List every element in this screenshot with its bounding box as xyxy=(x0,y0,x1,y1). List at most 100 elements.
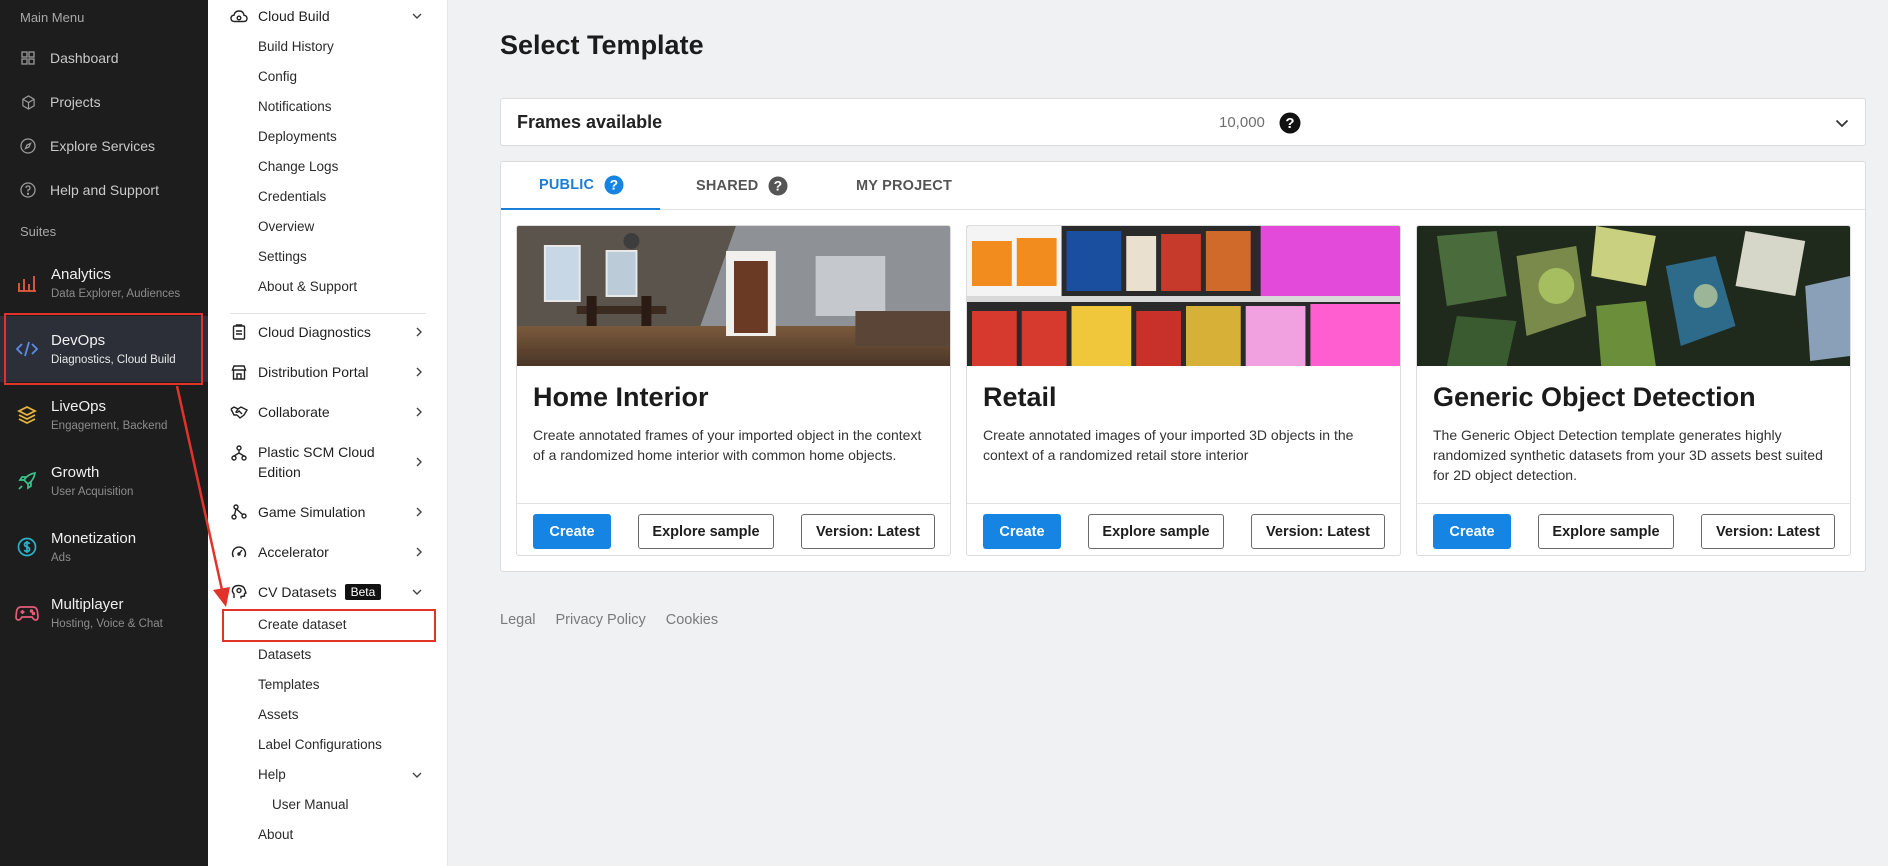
suite-title: DevOps xyxy=(51,332,106,349)
chevron-right-icon xyxy=(416,327,422,337)
cookies-link[interactable]: Cookies xyxy=(666,612,718,628)
menu-item-label: Projects xyxy=(50,94,101,110)
tab-my-project[interactable]: MY PROJECT xyxy=(856,162,952,210)
devops-subnav: Cloud Build Build History Config Notific… xyxy=(208,0,448,866)
nav-item-settings[interactable]: Settings xyxy=(258,249,307,264)
svg-text:?: ? xyxy=(610,177,619,193)
nav-item-about-support[interactable]: About & Support xyxy=(258,279,357,294)
create-button[interactable]: Create xyxy=(533,514,611,549)
menu-item-label: Explore Services xyxy=(50,138,156,154)
explore-sample-button[interactable]: Explore sample xyxy=(1088,514,1224,549)
suite-liveops[interactable]: LiveOps Engagement, Backend xyxy=(0,382,208,448)
suite-multiplayer[interactable]: Multiplayer Hosting, Voice & Chat xyxy=(0,580,208,646)
help-circle-icon xyxy=(18,182,38,198)
nav-group-collaborate[interactable]: Collaborate xyxy=(208,400,448,424)
card-title: Home Interior xyxy=(533,382,709,412)
version-select[interactable]: Version: Latest xyxy=(801,514,935,549)
code-icon xyxy=(15,340,39,358)
tab-shared[interactable]: SHARED ? xyxy=(696,162,788,210)
handshake-icon xyxy=(230,405,248,419)
chevron-down-icon[interactable] xyxy=(1835,115,1849,133)
nav-group-label: Cloud Build xyxy=(258,8,330,24)
nav-group-label: Game Simulation xyxy=(258,504,366,520)
card-description: Create annotated frames of your imported… xyxy=(533,427,922,463)
suite-subtitle: Engagement, Backend xyxy=(51,420,168,432)
menu-item-help-and-support[interactable]: Help and Support xyxy=(0,170,208,210)
legal-link[interactable]: Legal xyxy=(500,612,535,628)
main-content: Select Template Frames available 10,000 … xyxy=(448,0,1888,866)
cloud-gear-icon xyxy=(230,9,248,23)
version-select[interactable]: Version: Latest xyxy=(1701,514,1835,549)
nav-item-config[interactable]: Config xyxy=(258,69,297,84)
help-icon[interactable]: ? xyxy=(768,176,788,196)
divider xyxy=(230,313,426,314)
nav-item-label-configurations[interactable]: Label Configurations xyxy=(258,737,382,752)
nav-item-user-manual[interactable]: User Manual xyxy=(272,797,349,812)
nav-group-cloud-diagnostics[interactable]: Cloud Diagnostics xyxy=(208,320,448,344)
retail-preview-image xyxy=(967,226,1400,366)
explore-sample-button[interactable]: Explore sample xyxy=(1538,514,1674,549)
page-title: Select Template xyxy=(500,30,704,60)
suite-monetization[interactable]: Monetization Ads xyxy=(0,514,208,580)
card-actions: Create Explore sample Version: Latest xyxy=(1417,503,1850,555)
nav-item-assets[interactable]: Assets xyxy=(258,707,299,722)
nav-group-accelerator[interactable]: Accelerator xyxy=(208,540,448,564)
create-button[interactable]: Create xyxy=(1433,514,1511,549)
create-button[interactable]: Create xyxy=(983,514,1061,549)
nav-item-create-dataset[interactable]: Create dataset xyxy=(258,617,347,632)
nav-group-cloud-build[interactable]: Cloud Build xyxy=(208,4,448,28)
bar-chart-icon xyxy=(15,274,39,292)
privacy-policy-link[interactable]: Privacy Policy xyxy=(555,612,645,628)
card-actions: Create Explore sample Version: Latest xyxy=(967,503,1400,555)
layers-icon xyxy=(15,405,39,425)
suite-devops[interactable]: DevOps Diagnostics, Cloud Build xyxy=(0,316,208,382)
nav-group-label: Distribution Portal xyxy=(258,364,369,380)
nav-item-help[interactable]: Help xyxy=(258,767,426,782)
suite-title: Growth xyxy=(51,464,100,481)
nav-group-game-simulation[interactable]: Game Simulation xyxy=(208,500,448,524)
menu-item-explore-services[interactable]: Explore Services xyxy=(0,126,208,166)
frames-value: 10,000 xyxy=(1219,114,1265,131)
nav-group-cv-datasets[interactable]: CV Datasets Beta xyxy=(208,580,448,604)
store-icon xyxy=(230,364,248,380)
eye-head-icon xyxy=(230,584,248,600)
nav-item-credentials[interactable]: Credentials xyxy=(258,189,326,204)
template-tabs: PUBLIC ? SHARED ? MY PROJECT xyxy=(501,162,1865,210)
nav-group-plastic-scm[interactable]: Plastic SCM Cloud Edition xyxy=(208,440,448,484)
nav-group-label: Plastic SCM Cloud Edition xyxy=(258,444,375,480)
chevron-right-icon xyxy=(416,407,422,417)
tab-label: SHARED xyxy=(696,178,759,194)
nav-group-label: Cloud Diagnostics xyxy=(258,324,371,340)
nav-item-change-logs[interactable]: Change Logs xyxy=(258,159,338,174)
help-icon[interactable]: ? xyxy=(1279,112,1301,139)
version-select[interactable]: Version: Latest xyxy=(1251,514,1385,549)
card-description: The Generic Object Detection template ge… xyxy=(1433,427,1823,483)
nav-item-templates[interactable]: Templates xyxy=(258,677,320,692)
nav-item-about[interactable]: About xyxy=(258,827,293,842)
nav-item-notifications[interactable]: Notifications xyxy=(258,99,332,114)
template-panel: PUBLIC ? SHARED ? MY PROJECT Home Interi… xyxy=(500,161,1866,572)
suite-title: Multiplayer xyxy=(51,596,124,613)
suite-title: Analytics xyxy=(51,266,112,283)
template-card-generic-object-detection: Generic Object Detection The Generic Obj… xyxy=(1416,225,1851,556)
menu-item-projects[interactable]: Projects xyxy=(0,82,208,122)
help-icon[interactable]: ? xyxy=(604,175,624,195)
frames-available-bar[interactable]: Frames available 10,000 ? xyxy=(500,98,1866,146)
suite-analytics[interactable]: Analytics Data Explorer, Audiences xyxy=(0,250,208,316)
tab-public[interactable]: PUBLIC ? xyxy=(501,162,660,210)
nav-item-datasets[interactable]: Datasets xyxy=(258,647,311,662)
suites-title: Suites xyxy=(20,224,57,239)
gauge-icon xyxy=(230,545,248,559)
suite-subtitle: Data Explorer, Audiences xyxy=(51,288,181,300)
nav-group-label: Accelerator xyxy=(258,544,329,560)
nav-item-overview[interactable]: Overview xyxy=(258,219,314,234)
explore-sample-button[interactable]: Explore sample xyxy=(638,514,774,549)
chevron-right-icon xyxy=(416,457,422,467)
suite-growth[interactable]: Growth User Acquisition xyxy=(0,448,208,514)
nav-group-label: CV Datasets xyxy=(258,584,337,600)
menu-item-label: Help and Support xyxy=(50,182,159,198)
nav-item-build-history[interactable]: Build History xyxy=(258,39,334,54)
nav-item-deployments[interactable]: Deployments xyxy=(258,129,337,144)
menu-item-dashboard[interactable]: Dashboard xyxy=(0,38,208,78)
nav-group-distribution-portal[interactable]: Distribution Portal xyxy=(208,360,448,384)
